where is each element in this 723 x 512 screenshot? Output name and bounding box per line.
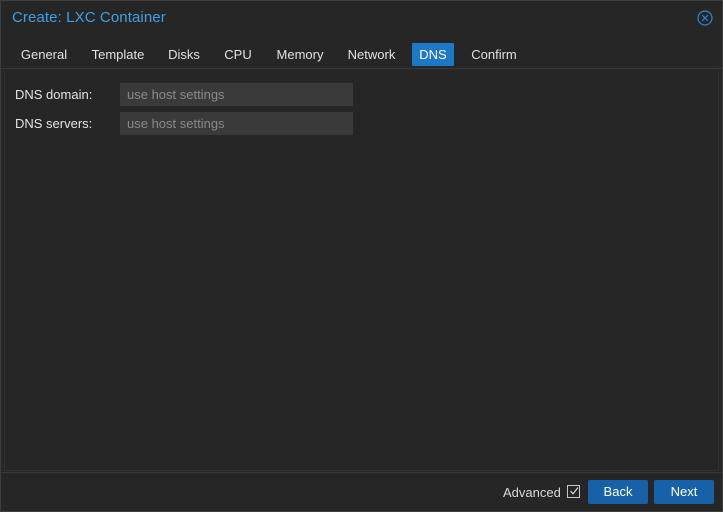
checkmark-icon	[570, 487, 579, 495]
create-lxc-container-dialog: Create: LXC Container General Template D…	[0, 0, 723, 512]
close-icon[interactable]	[697, 10, 713, 26]
dns-servers-label: DNS servers:	[15, 116, 93, 131]
dialog-titlebar: Create: LXC Container	[1, 1, 722, 35]
tab-general[interactable]: General	[13, 43, 75, 66]
tab-cpu[interactable]: CPU	[216, 43, 260, 66]
dns-domain-input[interactable]	[120, 83, 353, 106]
tab-disks[interactable]: Disks	[161, 43, 207, 66]
tab-template[interactable]: Template	[84, 43, 152, 66]
dns-domain-label: DNS domain:	[15, 87, 93, 102]
back-button[interactable]: Back	[588, 480, 648, 504]
dns-servers-input[interactable]	[120, 112, 353, 135]
dns-panel: DNS domain: DNS servers:	[4, 71, 719, 471]
advanced-label[interactable]: Advanced	[503, 485, 561, 500]
wizard-tab-bar: General Template Disks CPU Memory Networ…	[1, 41, 722, 69]
dialog-title: Create: LXC Container	[12, 9, 166, 26]
tab-network[interactable]: Network	[340, 43, 403, 66]
tab-dns[interactable]: DNS	[412, 43, 454, 66]
advanced-checkbox[interactable]	[567, 485, 580, 498]
tab-confirm[interactable]: Confirm	[463, 43, 525, 66]
tab-memory[interactable]: Memory	[269, 43, 331, 66]
next-button[interactable]: Next	[654, 480, 714, 504]
dialog-footer: Advanced Back Next	[1, 472, 722, 512]
